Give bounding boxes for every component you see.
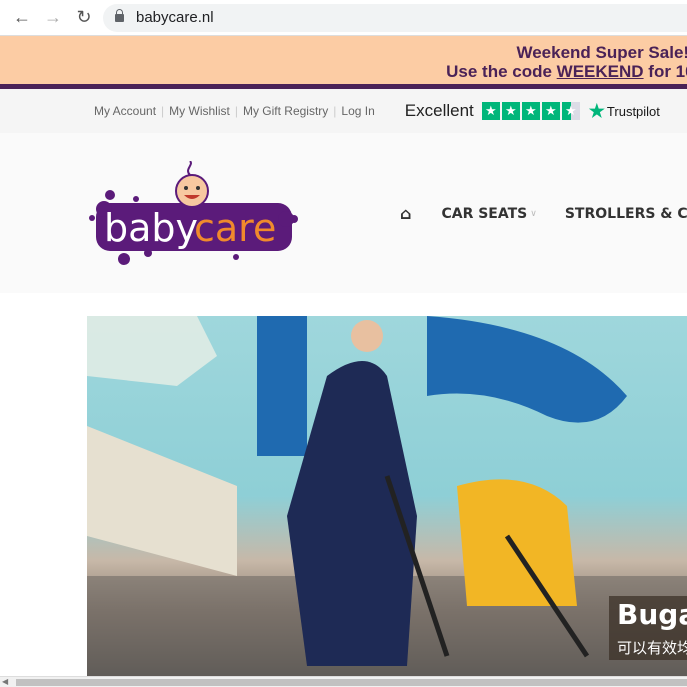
url-text: babycare.nl [136, 9, 214, 26]
star-icon: ★ [481, 102, 500, 120]
browser-toolbar: ← → ↻ babycare.nl [0, 0, 687, 36]
trustpilot-text: Trustpilot [606, 103, 660, 119]
logo-text: care [194, 206, 276, 250]
lock-icon [115, 8, 124, 22]
divider: | [161, 104, 165, 118]
top-bar: My Account | My Wishlist | My Gift Registr… [0, 89, 687, 133]
rating-stars: ★ ★ ★ ★ ★ [481, 102, 580, 120]
divider: | [333, 104, 337, 118]
logo-text: baby [104, 206, 198, 250]
promo-text: for 10% discount or [648, 62, 687, 81]
divider: | [234, 104, 238, 118]
nav-car-seats[interactable]: CAR SEATS [441, 206, 527, 222]
main-nav: ⌂ CAR SEATS∨ STROLLERS & CARR [400, 204, 687, 223]
login-link[interactable]: Log In [341, 104, 374, 118]
trustpilot-logo: ★ Trustpilot [589, 101, 660, 122]
hero-title: Buga [617, 598, 687, 631]
half-star-icon: ★ [561, 102, 580, 120]
rating-label: Excellent [404, 101, 474, 120]
trustpilot-widget[interactable]: Excellent ★ ★ ★ ★ ★ ★ Trustpilot [405, 101, 660, 122]
site-header: baby care ⌂ CAR SEATS∨ STROLLERS & CARR [0, 133, 687, 293]
hero-caption: Buga 可以有效均 [609, 596, 687, 660]
reload-icon[interactable]: ↻ [72, 6, 96, 30]
babycare-logo[interactable]: baby care [86, 160, 298, 270]
address-bar[interactable]: babycare.nl [103, 3, 687, 32]
my-account-link[interactable]: My Account [94, 104, 156, 118]
promo-code: WEEKEND [556, 62, 644, 81]
hero-subtitle: 可以有效均 [617, 640, 687, 657]
nav-strollers[interactable]: STROLLERS & CARR [565, 206, 687, 222]
forward-icon[interactable]: → [41, 6, 65, 30]
scroll-left-icon[interactable]: ◀ [2, 677, 8, 686]
promo-line-2: Use the code WEEKEND for 10% discount or [0, 62, 687, 81]
star-icon: ★ [541, 102, 560, 120]
trustpilot-star-icon: ★ [588, 100, 605, 121]
back-icon[interactable]: ← [10, 6, 34, 30]
scrollbar-thumb[interactable] [16, 679, 687, 686]
home-icon[interactable]: ⌂ [400, 204, 411, 223]
hero-image [87, 316, 687, 676]
star-icon: ★ [501, 102, 520, 120]
my-wishlist-link[interactable]: My Wishlist [169, 104, 230, 118]
hero-banner[interactable]: Buga 可以有效均 [87, 316, 687, 676]
promo-line-1: Weekend Super Sale! 10% Dis [516, 43, 687, 62]
chevron-down-icon: ∨ [530, 208, 537, 219]
promo-banner: Weekend Super Sale! 10% Dis Use the code… [0, 36, 687, 89]
promo-text: Use the code [446, 62, 557, 81]
my-gift-registry-link[interactable]: My Gift Registry [243, 104, 328, 118]
horizontal-scrollbar[interactable]: ◀ [0, 676, 687, 687]
star-icon: ★ [521, 102, 540, 120]
